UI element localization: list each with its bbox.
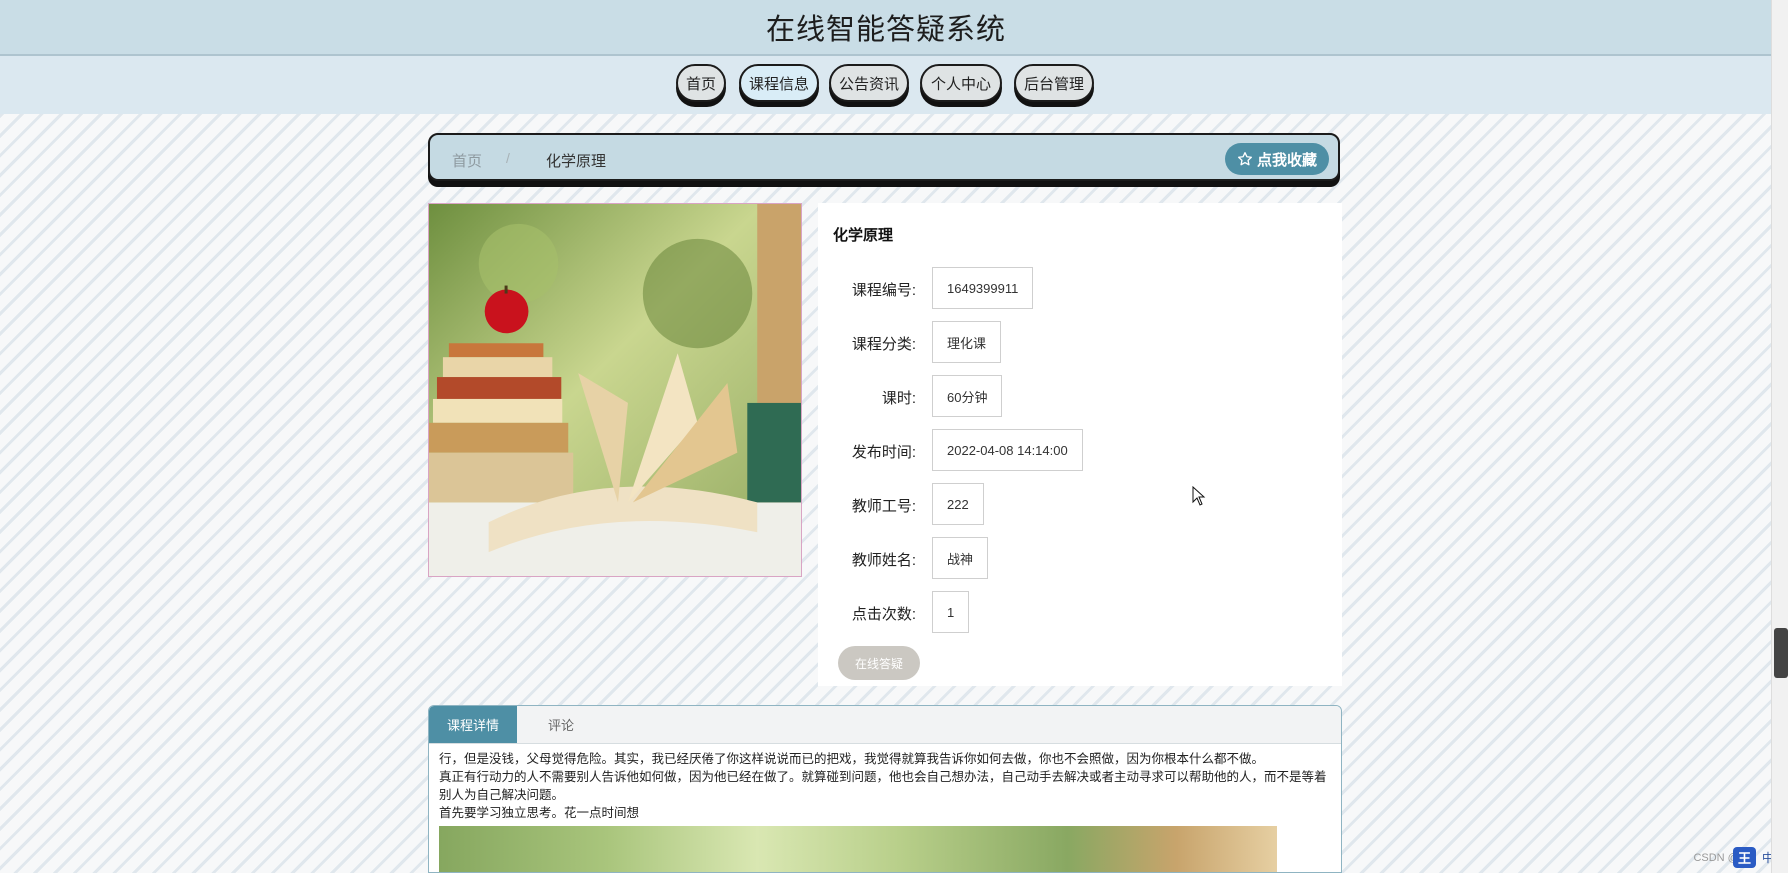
favorite-button[interactable]: 点我收藏 (1224, 143, 1329, 175)
mouse-cursor-icon (1192, 486, 1206, 506)
field-label-teacher-name: 教师姓名: (851, 552, 916, 569)
nav-item-profile[interactable]: 个人中心 (920, 64, 1002, 102)
scrollbar[interactable] (1771, 0, 1788, 873)
tab-comments[interactable]: 评论 (517, 706, 605, 743)
field-value-category: 理化课 (932, 321, 1002, 363)
tabs-header: 课程详情 评论 (429, 706, 1341, 744)
course-image (428, 203, 802, 577)
field-label-clicks: 点击次数: (851, 606, 916, 623)
tab-course-detail[interactable]: 课程详情 (429, 706, 517, 743)
field-value-course-no: 1649399911 (932, 267, 1034, 309)
nav-item-admin[interactable]: 后台管理 (1014, 64, 1094, 102)
site-title: 在线智能答疑系统 (765, 14, 1006, 46)
breadcrumb-home[interactable]: 首页 (452, 150, 482, 171)
nav-item-news[interactable]: 公告资讯 (829, 64, 909, 102)
course-tabs: 课程详情 评论 行，但是没钱，父母觉得危险。其实，我已经厌倦了你这样说说而已的把… (428, 705, 1342, 873)
detail-paragraph: 真正有行动力的人不需要别人告诉他如何做，因为他已经在做了。就算碰到问题，他也会自… (439, 770, 1327, 802)
detail-paragraph: 首先要学习独立思考。花一点时间想 (439, 806, 640, 820)
field-value-publish-time: 2022-04-08 14:14:00 (932, 429, 1083, 471)
field-label-course-no: 课程编号: (851, 282, 916, 299)
course-title: 化学原理 (833, 227, 894, 244)
detail-paragraph: 行，但是没钱，父母觉得危险。其实，我已经厌倦了你这样说说而已的把戏，我觉得就算我… (439, 752, 1265, 766)
header-bar: 在线智能答疑系统 (0, 0, 1772, 56)
breadcrumb-separator: / (506, 150, 510, 166)
field-value-clicks: 1 (932, 591, 970, 633)
online-qa-button[interactable]: 在线答疑 (838, 646, 920, 680)
ime-toolbar[interactable]: 王 中 (1732, 846, 1774, 868)
field-value-teacher-id: 222 (932, 483, 984, 525)
breadcrumb-current: 化学原理 (546, 153, 607, 170)
favorite-button-label: 点我收藏 (1256, 151, 1317, 169)
breadcrumb-bar: 首页 / 化学原理 点我收藏 (428, 133, 1340, 181)
field-label-teacher-id: 教师工号: (851, 498, 916, 515)
main-nav: 首页 课程信息 公告资讯 个人中心 后台管理 (0, 56, 1772, 114)
nav-item-courses[interactable]: 课程信息 (739, 64, 819, 102)
scrollbar-thumb[interactable] (1774, 628, 1788, 678)
field-label-hours: 课时: (881, 390, 916, 407)
star-outline-icon (1237, 152, 1252, 166)
ime-badge[interactable]: 王 (1732, 846, 1756, 868)
nav-item-home[interactable]: 首页 (676, 64, 726, 102)
field-label-publish-time: 发布时间: (851, 444, 916, 461)
field-value-hours: 60分钟 (932, 375, 1003, 417)
course-info-panel: 化学原理 课程编号: 1649399911 课程分类: 理化课 课时: 60分钟… (818, 203, 1342, 686)
detail-image (439, 826, 1277, 872)
field-label-category: 课程分类: (851, 336, 916, 353)
course-detail-content: 行，但是没钱，父母觉得危险。其实，我已经厌倦了你这样说说而已的把戏，我觉得就算我… (429, 744, 1341, 872)
field-value-teacher-name: 战神 (932, 537, 989, 579)
